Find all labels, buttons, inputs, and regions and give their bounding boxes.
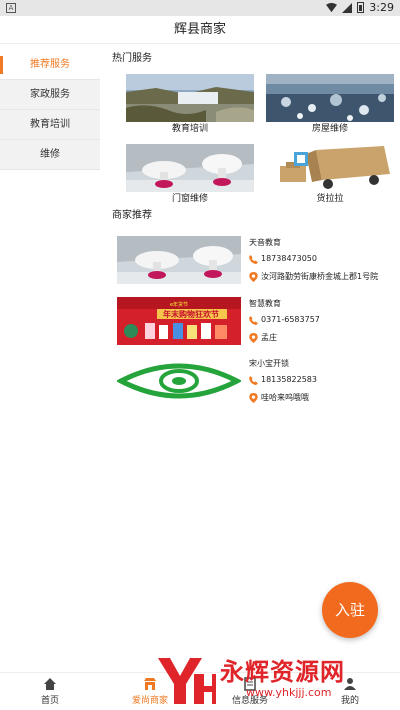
merchant-name: 宋小宝开锁 — [249, 359, 289, 368]
merchant-item[interactable]: 宋小宝开锁 18135822583 哇哈来呜哦哦 — [117, 357, 387, 407]
join-button[interactable]: 入驻 — [322, 582, 378, 638]
service-label: 房屋维修 — [311, 124, 348, 134]
merchant-image: e年货节 年末购物狂欢节 — [117, 297, 241, 345]
phone-icon — [249, 315, 258, 325]
home-icon — [44, 678, 56, 690]
sidebar-item-education[interactable]: 教育培训 — [0, 110, 100, 140]
merchant-phone: 18738473050 — [261, 254, 317, 263]
service-label: 教育培训 — [171, 124, 208, 134]
merchant-phone-row[interactable]: 0371-6583757 — [249, 311, 389, 329]
nav-tab-home[interactable]: 首页 — [10, 677, 90, 706]
merchant-address: 汝河路勤劳街康桥金城上郡1号院 — [261, 272, 379, 281]
wifi-icon — [326, 2, 338, 13]
location-pin-icon — [249, 272, 258, 282]
sidebar-item-housekeeping[interactable]: 家政服务 — [0, 80, 100, 110]
service-card-house-repair[interactable]: 房屋维修 — [266, 74, 394, 136]
merchant-address: 孟庄 — [261, 333, 277, 342]
merchant-address-row: 孟庄 — [249, 329, 389, 347]
waterfall-image — [126, 74, 254, 122]
sidebar-item-repair[interactable]: 维修 — [0, 140, 100, 170]
merchant-phone-row[interactable]: 18738473050 — [249, 250, 389, 268]
main-content: 热门服务 — [112, 50, 396, 68]
merchant-address-row: 汝河路勤劳街康桥金城上郡1号院 — [249, 268, 389, 286]
hot-services-title: 热门服务 — [112, 53, 152, 64]
merchant-address-row: 哇哈来呜哦哦 — [249, 389, 389, 407]
merchant-info: 智慧教育 0371-6583757 孟庄 — [249, 297, 389, 347]
merchant-address: 哇哈来呜哦哦 — [261, 393, 309, 402]
service-card-education[interactable]: 教育培训 — [126, 74, 254, 136]
merchant-phone-row[interactable]: 18135822583 — [249, 371, 389, 389]
frozen-water-image — [266, 74, 394, 122]
merchant-item[interactable]: 天音教育 18738473050 汝河路勤劳街康桥金城上郡1号院 — [117, 236, 387, 286]
location-pin-icon — [249, 333, 258, 343]
merchant-item[interactable]: e年货节 年末购物狂欢节 智慧教育 0371-6583757 孟庄 — [117, 297, 387, 347]
battery-icon — [357, 2, 365, 13]
merchant-phone: 18135822583 — [261, 375, 317, 384]
app-notification-icon: A — [6, 3, 16, 13]
phone-icon — [249, 254, 258, 264]
watermark-logo — [158, 658, 216, 704]
location-pin-icon — [249, 393, 258, 403]
merchant-info: 天音教育 18738473050 汝河路勤劳街康桥金城上郡1号院 — [249, 236, 389, 286]
merchant-name: 天音教育 — [249, 238, 281, 247]
page-title: 辉县商家 — [0, 16, 400, 44]
merchant-image — [117, 236, 241, 284]
service-card-freight[interactable]: 货拉拉 — [266, 144, 394, 206]
banner-top-text: e年货节 — [170, 301, 188, 308]
nav-label: 首页 — [40, 696, 59, 706]
merchant-recommend-title: 商家推荐 — [112, 210, 152, 221]
banner-main-text: 年末购物狂欢节 — [163, 309, 219, 319]
mushroom-scene-image — [126, 144, 254, 192]
signal-icon — [342, 2, 353, 13]
status-bar: A 3:29 — [0, 0, 400, 16]
delivery-truck-image — [266, 144, 394, 192]
watermark-url: www.yhkjjj.com — [246, 686, 332, 699]
watermark: 永辉资源网 www.yhkjjj.com — [150, 648, 400, 710]
service-card-door-window-repair[interactable]: 门窗维修 — [126, 144, 254, 206]
merchant-phone: 0371-6583757 — [261, 315, 320, 324]
sidebar-item-recommended[interactable]: 推荐服务 — [0, 50, 100, 80]
status-time: 3:29 — [369, 1, 394, 14]
watermark-text: 永辉资源网 — [220, 658, 345, 686]
service-label: 货拉拉 — [316, 194, 344, 204]
category-sidebar: 推荐服务 家政服务 教育培训 维修 — [0, 50, 100, 170]
merchant-image — [117, 357, 241, 405]
service-label: 门窗维修 — [171, 194, 208, 204]
hot-services-grid: 教育培训 房屋维修 门窗维修 货拉拉 — [112, 68, 396, 208]
merchant-name: 智慧教育 — [249, 299, 281, 308]
merchant-info: 宋小宝开锁 18135822583 哇哈来呜哦哦 — [249, 357, 389, 407]
phone-icon — [249, 375, 258, 385]
